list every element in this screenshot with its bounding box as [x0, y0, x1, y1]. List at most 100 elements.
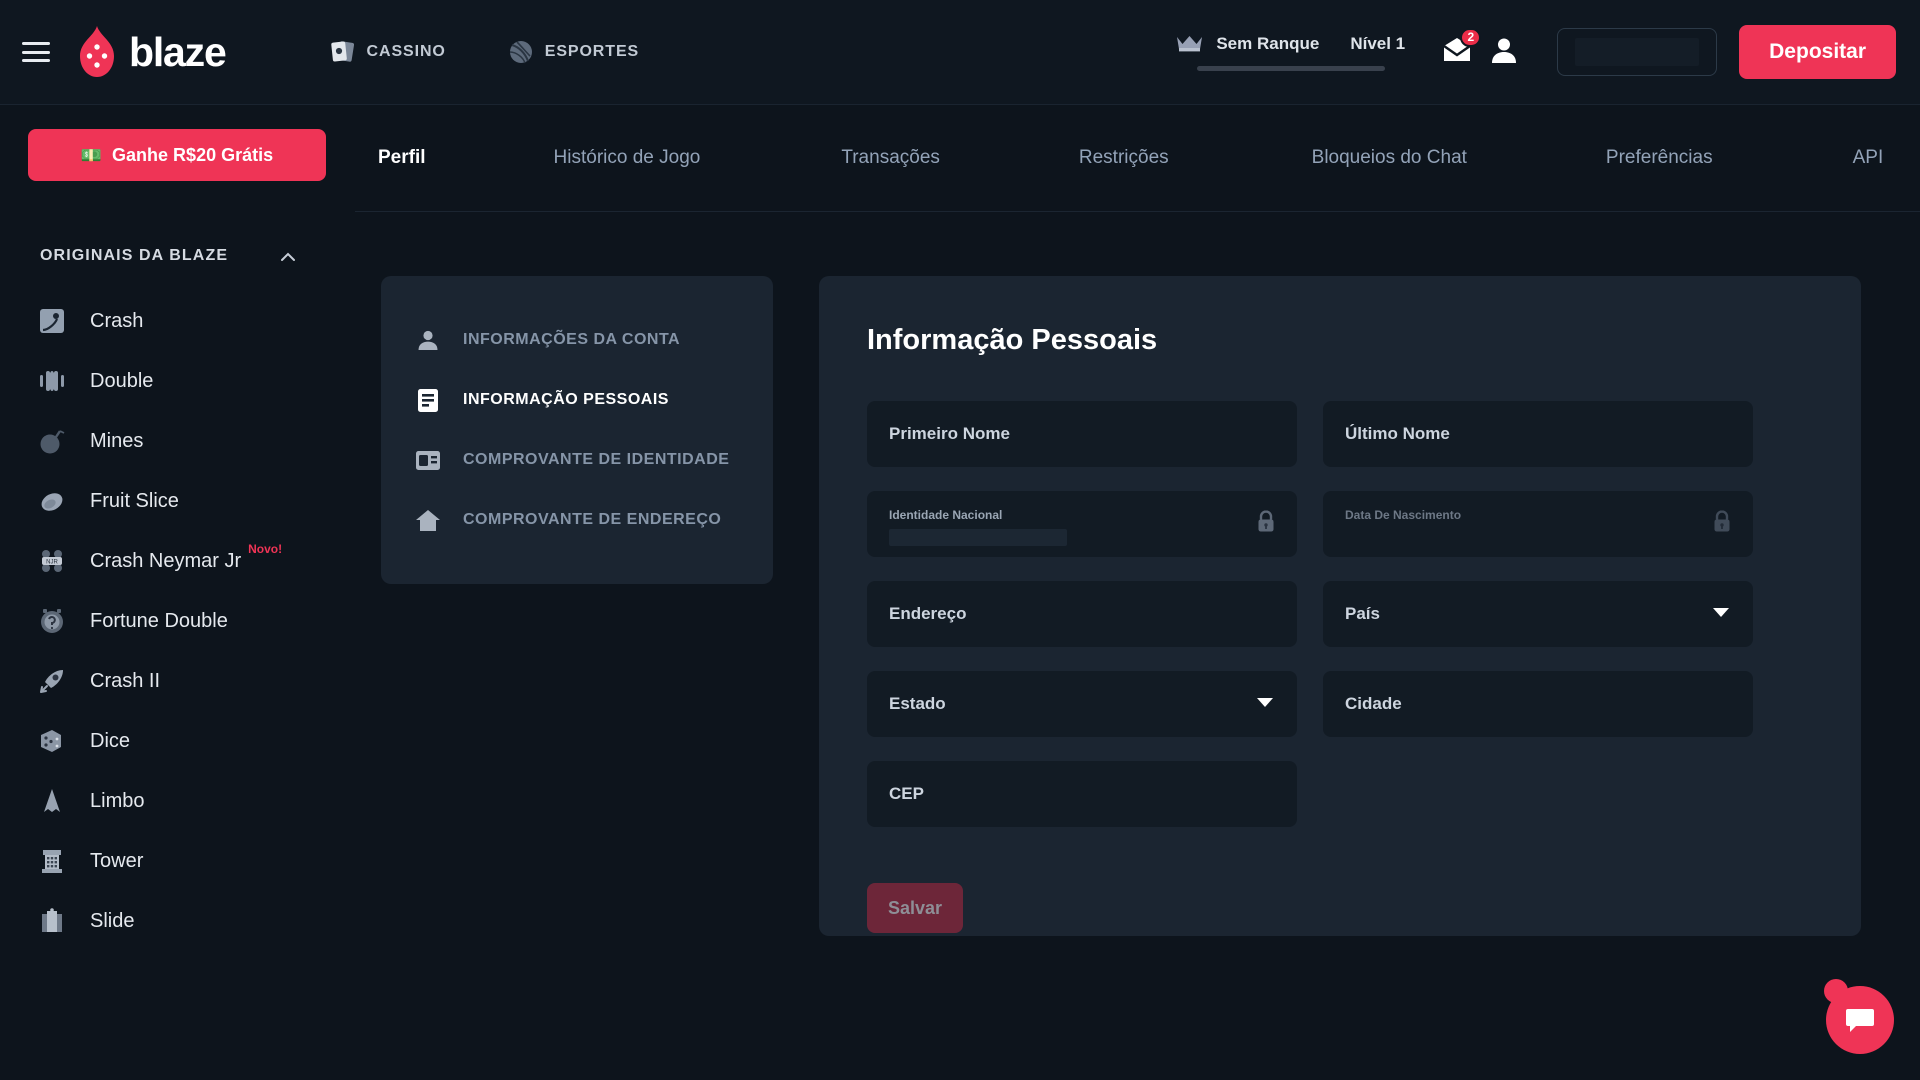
national-id-field: Identidade Nacional — [867, 491, 1297, 557]
submenu-item-informacoes-da-conta[interactable]: INFORMAÇÕES DA CONTA — [381, 310, 773, 370]
tab-perfil[interactable]: Perfil — [378, 147, 426, 169]
submenu-label: COMPROVANTE DE ENDEREÇO — [463, 511, 721, 529]
field-label: Estado — [889, 694, 946, 714]
left-sidebar: 💵 Ganhe R$20 Grátis ORIGINAIS DA BLAZE C… — [0, 105, 355, 1080]
save-button[interactable]: Salvar — [867, 883, 963, 933]
free-bonus-button[interactable]: 💵 Ganhe R$20 Grátis — [28, 129, 326, 181]
sidebar-item-label: Crash — [90, 310, 143, 333]
sidebar-item-tower[interactable]: Tower — [0, 831, 355, 891]
arrow-up-icon — [36, 785, 68, 817]
deposit-button[interactable]: Depositar — [1739, 25, 1896, 79]
sidebar-item-label: Tower — [90, 850, 143, 873]
chat-bubble-icon — [1845, 1007, 1875, 1033]
sidebar-item-crash[interactable]: Crash — [0, 291, 355, 351]
hamburger-bar — [22, 59, 50, 62]
personal-info-form: Primeiro Nome Último Nome Identidade Nac… — [867, 401, 1815, 827]
sidebar-item-label: Double — [90, 370, 153, 393]
tower-icon — [36, 845, 68, 877]
profile-tabs: Perfil Histórico de Jogo Transações Rest… — [355, 105, 1920, 212]
postal-code-field[interactable]: CEP — [867, 761, 1297, 827]
top-header: blaze CASSINO ESPORTES — [0, 0, 1920, 105]
sidebar-item-crash-neymar-jr[interactable]: NJR Crash Neymar Jr Novo! — [0, 531, 355, 591]
sidebar-item-fruit-slice[interactable]: Fruit Slice — [0, 471, 355, 531]
rocket-icon — [36, 665, 68, 697]
sidebar-section-title: ORIGINAIS DA BLAZE — [40, 247, 228, 265]
profile-content: INFORMAÇÕES DA CONTA INFORMAÇÃO PESSOAIS… — [355, 212, 1920, 1080]
mail-icon[interactable]: 2 — [1433, 28, 1481, 77]
brand-name: blaze — [129, 32, 226, 73]
money-icon: 💵 — [81, 147, 102, 164]
sidebar-item-mines[interactable]: Mines — [0, 411, 355, 471]
hamburger-bar — [22, 51, 50, 54]
nav-item-cassino[interactable]: CASSINO — [330, 40, 446, 64]
slide-icon — [36, 905, 68, 937]
fortune-icon — [36, 605, 68, 637]
field-label: Cidade — [1345, 694, 1402, 714]
tab-api[interactable]: API — [1853, 147, 1884, 169]
state-select[interactable]: Estado — [867, 671, 1297, 737]
first-name-field[interactable]: Primeiro Nome — [867, 401, 1297, 467]
form-empty-cell — [1323, 761, 1753, 827]
profile-icon[interactable] — [1481, 27, 1527, 78]
sidebar-game-list: Crash Double Mines Fruit Slice NJR Crash — [0, 291, 355, 951]
sidebar-item-slide[interactable]: Slide — [0, 891, 355, 951]
sidebar-item-limbo[interactable]: Limbo — [0, 771, 355, 831]
rank-progress-bar — [1197, 66, 1385, 71]
svg-text:NJR: NJR — [46, 560, 58, 566]
submenu-item-comprovante-de-endereco[interactable]: COMPROVANTE DE ENDEREÇO — [381, 490, 773, 550]
sidebar-item-label: Fortune Double — [90, 610, 228, 633]
sidebar-item-label: Limbo — [90, 790, 144, 813]
profile-submenu: INFORMAÇÕES DA CONTA INFORMAÇÃO PESSOAIS… — [381, 276, 773, 584]
sidebar-item-label: Dice — [90, 730, 130, 753]
blaze-flame-icon — [74, 25, 120, 79]
tab-transacoes[interactable]: Transações — [841, 147, 940, 169]
hamburger-icon[interactable] — [22, 42, 50, 62]
chat-support-button[interactable] — [1826, 986, 1894, 1054]
sidebar-item-label: Crash Neymar Jr — [90, 550, 241, 573]
id-card-icon — [415, 447, 441, 473]
sidebar-item-label: Crash II — [90, 670, 160, 693]
lock-icon — [1257, 511, 1275, 538]
chevron-up-icon[interactable] — [281, 252, 295, 261]
chevron-down-icon[interactable] — [1713, 605, 1729, 623]
crown-icon — [1176, 34, 1203, 54]
sidebar-item-double[interactable]: Double — [0, 351, 355, 411]
birth-date-field: Data De Nascimento — [1323, 491, 1753, 557]
neymar-icon: NJR — [36, 545, 68, 577]
tab-preferencias[interactable]: Preferências — [1606, 147, 1713, 169]
bomb-icon — [36, 425, 68, 457]
rank-level: Nível 1 — [1350, 34, 1405, 54]
tab-restricoes[interactable]: Restrições — [1079, 147, 1169, 169]
primary-nav: CASSINO ESPORTES — [330, 39, 640, 65]
nav-label: CASSINO — [367, 43, 446, 61]
submenu-item-informacao-pessoais[interactable]: INFORMAÇÃO PESSOAIS — [381, 370, 773, 430]
submenu-item-comprovante-de-identidade[interactable]: COMPROVANTE DE IDENTIDADE — [381, 430, 773, 490]
hamburger-bar — [22, 42, 50, 45]
balance-value — [1575, 38, 1699, 66]
city-field[interactable]: Cidade — [1323, 671, 1753, 737]
dice-icon — [36, 725, 68, 757]
person-icon — [415, 327, 441, 353]
last-name-field[interactable]: Último Nome — [1323, 401, 1753, 467]
sidebar-item-label: Slide — [90, 910, 134, 933]
field-label: País — [1345, 604, 1380, 624]
tab-bloqueios-do-chat[interactable]: Bloqueios do Chat — [1312, 147, 1467, 169]
sidebar-item-crash-ii[interactable]: Crash II — [0, 651, 355, 711]
personal-info-panel: Informação Pessoais Primeiro Nome Último… — [819, 276, 1861, 936]
sidebar-item-dice[interactable]: Dice — [0, 711, 355, 771]
new-badge: Novo! — [248, 542, 282, 556]
country-select[interactable]: País — [1323, 581, 1753, 647]
rank-indicator[interactable]: Sem Ranque Nível 1 — [1176, 34, 1405, 71]
field-label: Último Nome — [1345, 424, 1450, 444]
sidebar-section-originals[interactable]: ORIGINAIS DA BLAZE — [40, 247, 295, 265]
balance-display[interactable] — [1557, 28, 1717, 76]
brand-logo[interactable]: blaze — [74, 25, 226, 79]
lock-icon — [1713, 511, 1731, 538]
nav-item-esportes[interactable]: ESPORTES — [508, 39, 639, 65]
crash-icon — [36, 305, 68, 337]
sidebar-item-fortune-double[interactable]: Fortune Double — [0, 591, 355, 651]
tab-historico-de-jogo[interactable]: Histórico de Jogo — [554, 147, 701, 169]
chevron-down-icon[interactable] — [1257, 695, 1273, 713]
home-icon — [415, 507, 441, 533]
address-field[interactable]: Endereço — [867, 581, 1297, 647]
